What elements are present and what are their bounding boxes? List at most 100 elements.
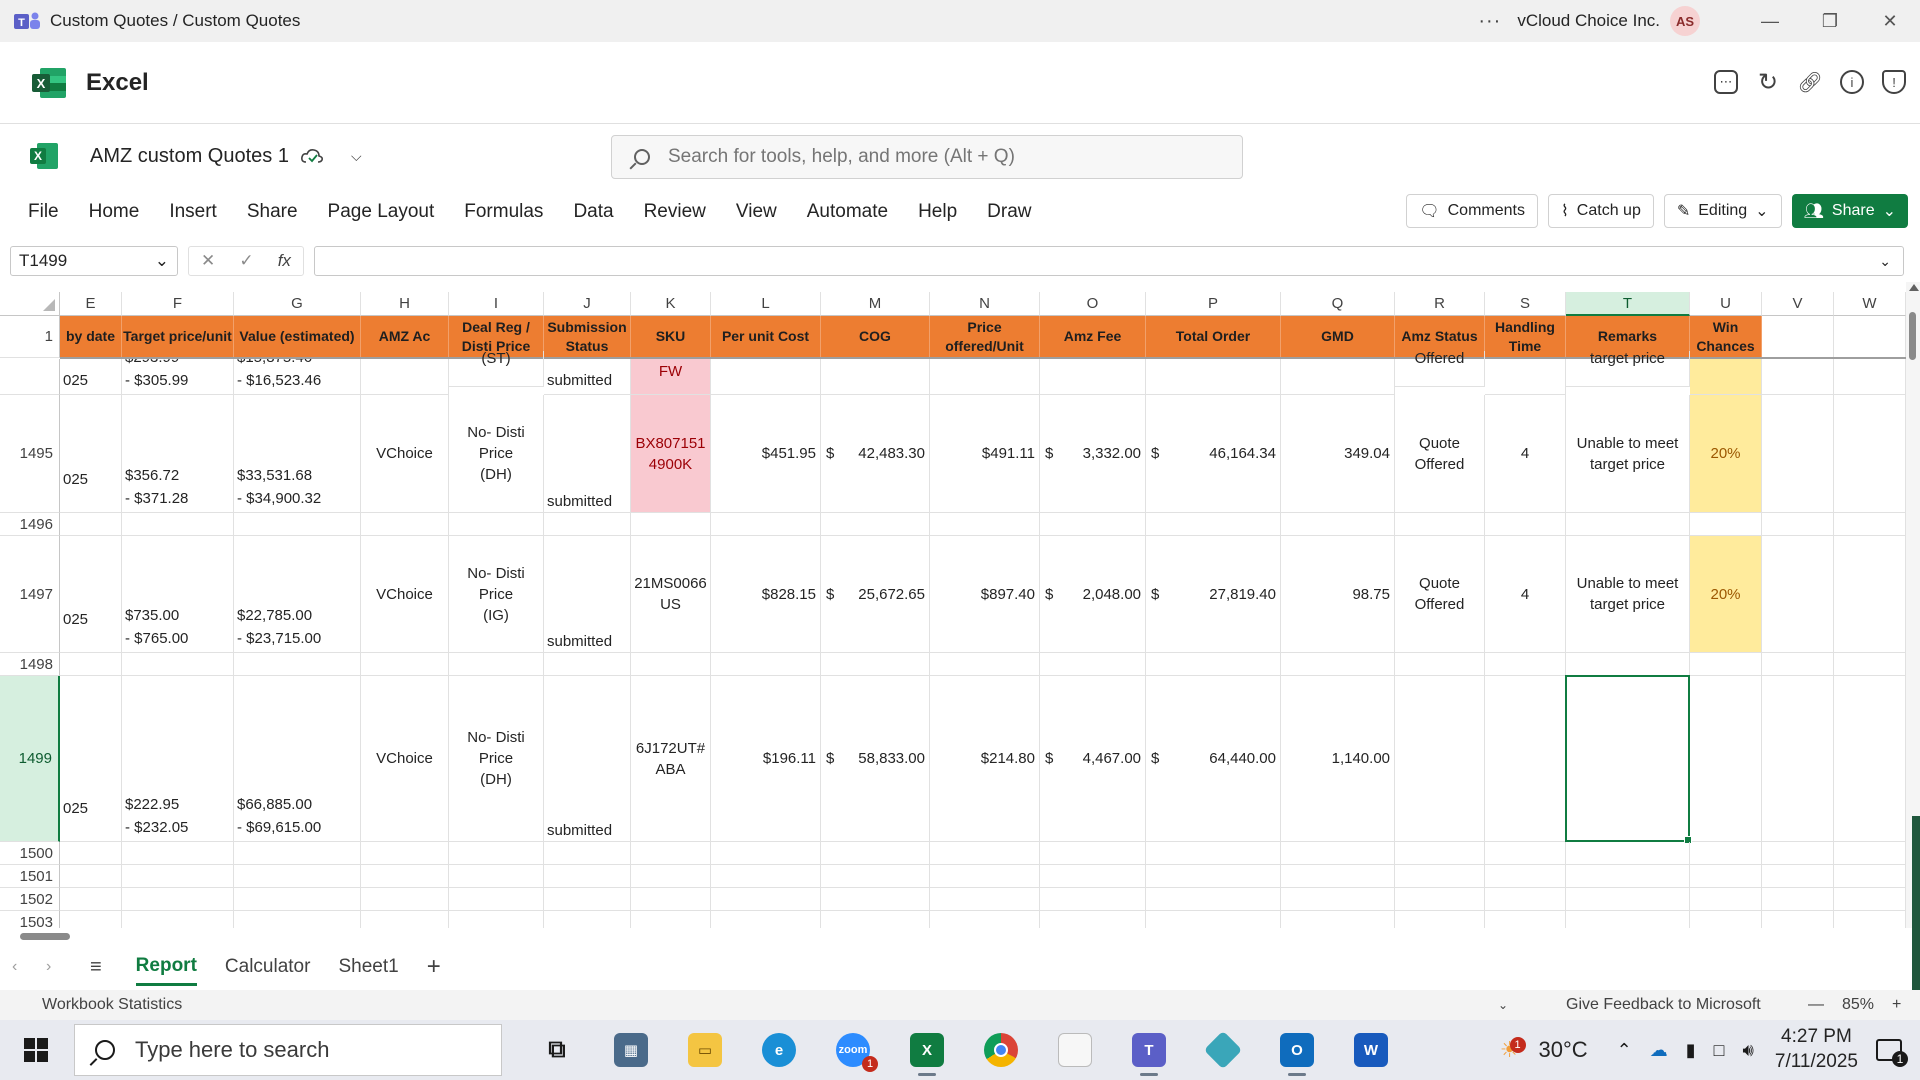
task-view-icon[interactable]: ⧉: [520, 1020, 594, 1080]
row-header[interactable]: 1496: [0, 513, 60, 536]
cell[interactable]: [449, 865, 544, 888]
more-options-icon[interactable]: ···: [1478, 10, 1501, 33]
onedrive-icon[interactable]: ☁: [1650, 1040, 1668, 1061]
cell[interactable]: $356.72 - $371.28: [122, 395, 234, 513]
column-header-g[interactable]: G: [234, 292, 361, 316]
cell[interactable]: [1485, 359, 1566, 395]
cell[interactable]: [234, 513, 361, 536]
cell[interactable]: [1762, 911, 1834, 928]
column-header-i[interactable]: I: [449, 292, 544, 316]
cell[interactable]: [361, 911, 449, 928]
cell[interactable]: [1146, 865, 1281, 888]
column-header-h[interactable]: H: [361, 292, 449, 316]
cell[interactable]: [1281, 653, 1395, 676]
column-header-m[interactable]: M: [821, 292, 930, 316]
cell[interactable]: submitted: [544, 536, 631, 653]
comments-button[interactable]: 🗨︎ Comments: [1406, 194, 1538, 228]
menu-share[interactable]: Share: [232, 201, 313, 223]
cell[interactable]: [1281, 359, 1395, 395]
cell[interactable]: [1485, 911, 1566, 928]
cell[interactable]: [1762, 888, 1834, 911]
header-cell-p[interactable]: Total Order: [1146, 316, 1281, 358]
cell[interactable]: [122, 513, 234, 536]
cell[interactable]: submitted: [544, 359, 631, 395]
cell[interactable]: [60, 842, 122, 865]
cell[interactable]: [1485, 865, 1566, 888]
cell[interactable]: [1690, 653, 1762, 676]
column-header-k[interactable]: K: [631, 292, 711, 316]
row-header[interactable]: [0, 359, 60, 395]
temperature[interactable]: 30°C: [1539, 1037, 1588, 1063]
cell[interactable]: [1146, 653, 1281, 676]
cell[interactable]: [1690, 842, 1762, 865]
cell[interactable]: 1,140.00: [1281, 676, 1395, 842]
cell[interactable]: [122, 653, 234, 676]
avatar[interactable]: AS: [1670, 6, 1700, 36]
header-cell-g[interactable]: Value (estimated): [234, 316, 361, 358]
header-cell-j[interactable]: Submission Status: [544, 316, 631, 358]
cell[interactable]: [930, 911, 1040, 928]
cell[interactable]: [234, 865, 361, 888]
cell[interactable]: [631, 911, 711, 928]
cell[interactable]: [1566, 842, 1690, 865]
cell[interactable]: [1040, 888, 1146, 911]
cancel-icon[interactable]: ✕: [201, 251, 215, 271]
remarks-cell[interactable]: Unable to meet target price: [1566, 536, 1690, 653]
menu-help[interactable]: Help: [903, 201, 972, 223]
minimize-icon[interactable]: ―: [1740, 0, 1800, 42]
tab-report[interactable]: Report: [135, 949, 197, 986]
column-header-r[interactable]: R: [1395, 292, 1485, 316]
row-header[interactable]: 1500: [0, 842, 60, 865]
cell[interactable]: [234, 653, 361, 676]
column-header-w[interactable]: W: [1834, 292, 1906, 316]
column-header-q[interactable]: Q: [1281, 292, 1395, 316]
cell[interactable]: (ST): [449, 351, 544, 387]
row-header[interactable]: 1497: [0, 536, 60, 653]
cell[interactable]: [449, 842, 544, 865]
cell[interactable]: [711, 359, 821, 395]
cell[interactable]: [1040, 865, 1146, 888]
column-header-v[interactable]: V: [1762, 292, 1834, 316]
header-cell-q[interactable]: GMD: [1281, 316, 1395, 358]
cell[interactable]: $196.11: [711, 676, 821, 842]
tab-sheet1[interactable]: Sheet1: [338, 950, 398, 984]
cell[interactable]: [1395, 865, 1485, 888]
cell[interactable]: [821, 888, 930, 911]
header-cell-k[interactable]: SKU: [631, 316, 711, 358]
cell[interactable]: [631, 513, 711, 536]
cell[interactable]: No- Disti Price (IG): [449, 536, 544, 653]
select-all-corner[interactable]: [0, 292, 60, 316]
cell[interactable]: [1762, 653, 1834, 676]
cell[interactable]: [1281, 911, 1395, 928]
cell[interactable]: [711, 513, 821, 536]
edge-icon[interactable]: e: [742, 1020, 816, 1080]
cell[interactable]: [1395, 676, 1485, 842]
cell[interactable]: [821, 911, 930, 928]
cell[interactable]: [711, 653, 821, 676]
cell[interactable]: Offered: [1395, 351, 1485, 387]
column-header-f[interactable]: F: [122, 292, 234, 316]
header-cell-m[interactable]: COG: [821, 316, 930, 358]
cell[interactable]: [1834, 842, 1906, 865]
cell[interactable]: [1485, 842, 1566, 865]
cell[interactable]: [1146, 911, 1281, 928]
refresh-icon[interactable]: ↻: [1756, 69, 1780, 96]
menu-data[interactable]: Data: [558, 201, 628, 223]
column-header-n[interactable]: N: [930, 292, 1040, 316]
link-icon[interactable]: 🔗︎: [1797, 70, 1822, 94]
cell[interactable]: No- Disti Price (DH): [449, 676, 544, 842]
cell[interactable]: submitted: [544, 395, 631, 513]
header-cell-e[interactable]: by date: [60, 316, 122, 358]
cell[interactable]: 025: [60, 359, 122, 395]
cell[interactable]: Quote Offered: [1395, 536, 1485, 653]
chat-icon[interactable]: ⋯: [1714, 70, 1738, 94]
cell[interactable]: [1762, 865, 1834, 888]
cell[interactable]: [1834, 865, 1906, 888]
cell[interactable]: [821, 842, 930, 865]
cell[interactable]: [1040, 842, 1146, 865]
cell[interactable]: [631, 842, 711, 865]
name-box[interactable]: T1499 ⌄: [10, 246, 178, 276]
search-box[interactable]: [611, 135, 1243, 179]
cell[interactable]: $15,875.46 - $16,523.46: [234, 359, 361, 395]
cell[interactable]: [1690, 359, 1762, 395]
